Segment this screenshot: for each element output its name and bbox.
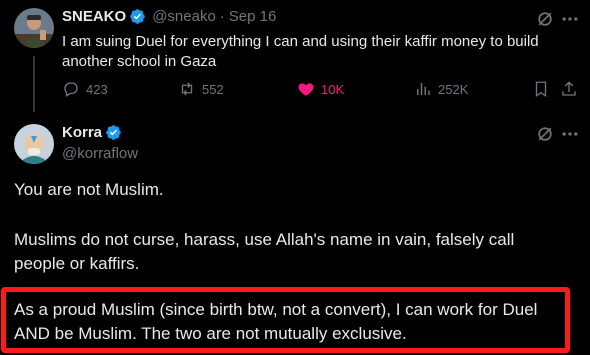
verified-badge-icon: [129, 8, 146, 25]
author-handle[interactable]: @sneako: [152, 8, 216, 25]
tweet-text-line: I am suing Duel for everything I can and…: [62, 33, 539, 50]
verified-badge-icon: [105, 124, 122, 141]
sneako-avatar[interactable]: [14, 8, 54, 48]
tweet-text: I am suing Duel for everything I can and…: [62, 32, 577, 72]
tweet-timestamp[interactable]: Sep 16: [229, 8, 277, 25]
more-options-icon[interactable]: [560, 9, 580, 29]
view-count: 252K: [438, 81, 469, 97]
tweet-actions-bar: 423 552 10K 252K: [62, 80, 580, 102]
author-handle[interactable]: @korraflow: [62, 145, 138, 162]
bookmark-button[interactable]: [532, 80, 556, 98]
like-button[interactable]: 10K: [297, 80, 344, 98]
tweet-text-line: another school in Gaza: [62, 53, 217, 70]
grok-icon[interactable]: [535, 9, 555, 29]
bookmark-icon: [535, 81, 547, 98]
highlight-box: [1, 287, 570, 353]
views-chart-icon: [417, 83, 430, 95]
reply-paragraph-2: Muslims do not curse, harass, use Allah'…: [14, 228, 574, 276]
like-count: 10K: [321, 81, 345, 97]
reply-text-line: Muslims do not curse, harass, use Allah'…: [14, 230, 515, 249]
retweet-icon: [181, 82, 193, 96]
author-name[interactable]: SNEAKO: [62, 8, 126, 25]
reply-paragraph-1: You are not Muslim.: [14, 180, 164, 199]
reply-text-line: people or kaffirs.: [14, 254, 140, 273]
share-button[interactable]: [560, 80, 584, 98]
retweet-button[interactable]: 552: [178, 80, 224, 98]
reply-button[interactable]: 423: [62, 80, 108, 98]
tweet-header: SNEAKO @sneako · Sep 16: [62, 8, 276, 25]
reply-icon: [64, 82, 78, 97]
retweet-count: 552: [202, 81, 224, 97]
korra-avatar[interactable]: [14, 124, 54, 164]
thread-connector-line: [33, 56, 35, 112]
grok-icon[interactable]: [535, 124, 555, 144]
heart-filled-icon: [298, 83, 314, 96]
views-button[interactable]: 252K: [414, 80, 468, 98]
share-icon: [562, 81, 576, 96]
reply-header: Korra: [62, 124, 122, 141]
author-name[interactable]: Korra: [62, 124, 102, 141]
more-options-icon[interactable]: [560, 124, 580, 144]
separator-dot: ·: [219, 8, 225, 25]
reply-count: 423: [86, 81, 108, 97]
